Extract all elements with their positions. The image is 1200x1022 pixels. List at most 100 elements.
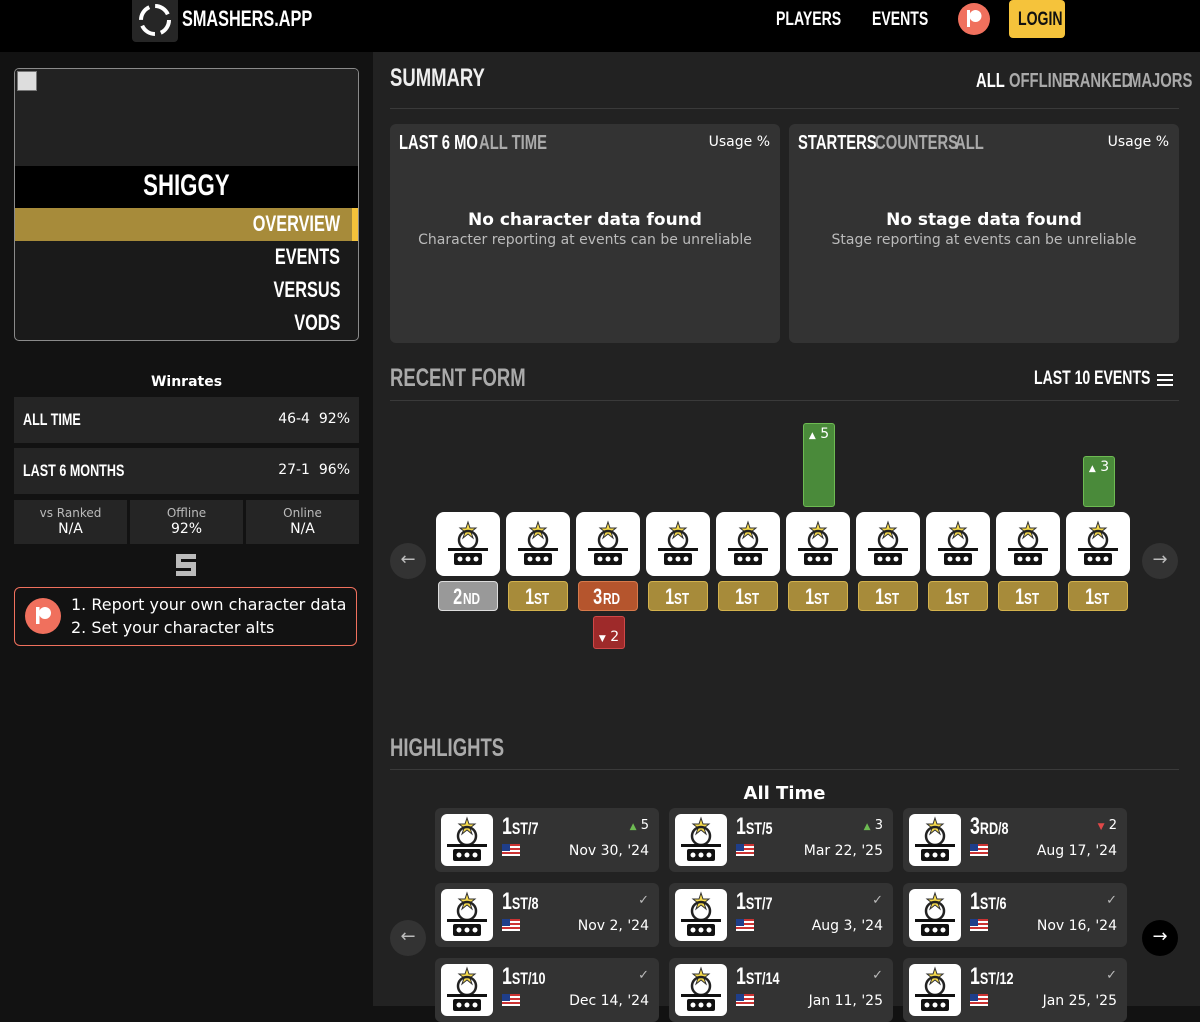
tab-vods[interactable]: VODS	[15, 307, 358, 340]
character-stock-icon	[441, 964, 493, 1016]
us-flag-icon	[502, 919, 520, 931]
tab-events[interactable]: EVENTS	[15, 241, 358, 274]
placement-badge[interactable]: 1ST	[858, 581, 918, 611]
highlight-delta: ✓	[638, 968, 649, 983]
placement-badge[interactable]: 3RD	[578, 581, 638, 611]
highlight-card[interactable]: 3RD/8 Aug 17, '24 ▼ 2	[903, 808, 1127, 872]
event-character-card[interactable]	[646, 512, 710, 576]
event-character-card[interactable]	[1066, 512, 1130, 576]
placement-badge[interactable]: 1ST	[1068, 581, 1128, 611]
logo-text[interactable]: SMASHERS.APP	[182, 6, 312, 32]
arrow-left-icon[interactable]: ←	[390, 543, 426, 579]
placement-badge[interactable]: 1ST	[718, 581, 778, 611]
tab-all-time[interactable]: ALL TIME	[479, 132, 547, 155]
character-stock-icon	[675, 889, 727, 941]
placement-badge[interactable]: 1ST	[998, 581, 1058, 611]
tab-events-label: EVENTS	[274, 244, 340, 269]
filter-offline[interactable]: OFFLINE	[1009, 70, 1072, 93]
event-character-card[interactable]	[576, 512, 640, 576]
profile-card: SHIGGY OVERVIEW EVENTS VERSUS VODS	[14, 68, 359, 341]
hamburger-icon[interactable]	[1157, 374, 1173, 386]
filter-ranked[interactable]: RANKED	[1069, 70, 1132, 93]
tab-overview-label: OVERVIEW	[252, 211, 340, 236]
perk-line-2: 2. Set your character alts	[71, 618, 275, 637]
highlight-placement: 1ST/5	[736, 813, 773, 840]
highlight-placement: 1ST/8	[502, 888, 539, 915]
placement-badge[interactable]: 1ST	[788, 581, 848, 611]
login-label: LOGIN	[1018, 9, 1063, 30]
winrate-last-6-months: LAST 6 MONTHS 27-1 96%	[14, 448, 359, 494]
us-flag-icon	[502, 844, 520, 856]
event-character-card[interactable]	[786, 512, 850, 576]
ring-logo-icon[interactable]	[132, 0, 178, 42]
us-flag-icon	[736, 919, 754, 931]
nav-events-link[interactable]: EVENTS	[872, 9, 928, 31]
empty-stage-title: No stage data found	[886, 210, 1082, 230]
placement-badge[interactable]: 1ST	[928, 581, 988, 611]
highlight-card[interactable]: 1ST/7 Nov 30, '24 ▲ 5	[435, 808, 659, 872]
highlight-card[interactable]: 1ST/10 Dec 14, '24 ✓	[435, 958, 659, 1022]
us-flag-icon	[502, 994, 520, 1006]
player-name-row: SHIGGY	[15, 166, 358, 208]
character-stock-icon	[582, 518, 634, 574]
delta-up-bar: ▲ 3	[1083, 456, 1115, 507]
highlight-card[interactable]: 1ST/8 Nov 2, '24 ✓	[435, 883, 659, 947]
player-name: SHIGGY	[143, 169, 230, 202]
highlight-card[interactable]: 1ST/12 Jan 25, '25 ✓	[903, 958, 1127, 1022]
highlight-card[interactable]: 1ST/14 Jan 11, '25 ✓	[669, 958, 893, 1022]
nav-players-link[interactable]: PLAYERS	[776, 9, 841, 31]
arrow-right-icon[interactable]: →	[1142, 543, 1178, 579]
character-stock-icon	[512, 518, 564, 574]
filter-majors[interactable]: MAJORS	[1129, 70, 1192, 93]
login-button[interactable]: LOGIN	[1009, 0, 1065, 38]
highlight-placement: 1ST/7	[502, 813, 539, 840]
character-stock-icon	[722, 518, 774, 574]
highlight-date: Aug 3, '24	[811, 918, 883, 934]
event-character-card[interactable]	[926, 512, 990, 576]
placement-badge[interactable]: 1ST	[648, 581, 708, 611]
tab-starters[interactable]: STARTERS	[798, 132, 877, 155]
winrates-title: Winrates	[150, 374, 223, 390]
highlight-delta: ✓	[872, 893, 883, 908]
empty-character-subtitle: Character reporting at events can be unr…	[418, 232, 752, 248]
tab-counters[interactable]: COUNTERS	[875, 132, 958, 155]
tab-last-6-mo[interactable]: LAST 6 MO	[399, 132, 478, 155]
event-character-card[interactable]	[436, 512, 500, 576]
tab-versus[interactable]: VERSUS	[15, 274, 358, 307]
placement-badge[interactable]: 2ND	[438, 581, 498, 611]
top-navbar: SMASHERS.APP PLAYERS EVENTS LOGIN	[0, 0, 1200, 52]
tab-all[interactable]: ALL	[955, 132, 984, 155]
arrow-left-icon[interactable]: ←	[390, 920, 426, 956]
winrate-all-time: ALL TIME 46-4 92%	[14, 397, 359, 443]
last-10-events-label[interactable]: LAST 10 EVENTS	[1034, 368, 1150, 390]
highlights-title: HIGHLIGHTS	[390, 734, 505, 762]
delta-down-bar: ▼ 2	[593, 616, 625, 649]
highlight-delta: ✓	[1106, 968, 1117, 983]
highlights-subtitle: All Time	[743, 783, 826, 804]
highlight-placement: 1ST/10	[502, 963, 546, 990]
highlight-delta: ▲ 5	[629, 818, 649, 833]
placement-badge[interactable]: 1ST	[508, 581, 568, 611]
profile-banner-image	[15, 69, 358, 166]
highlight-placement: 1ST/12	[970, 963, 1014, 990]
event-character-card[interactable]	[996, 512, 1060, 576]
patreon-button[interactable]	[958, 3, 990, 35]
event-character-card[interactable]	[856, 512, 920, 576]
highlight-card[interactable]: 1ST/6 Nov 16, '24 ✓	[903, 883, 1127, 947]
sidebar: SHIGGY OVERVIEW EVENTS VERSUS VODS Winra…	[0, 52, 373, 1006]
highlight-card[interactable]: 1ST/5 Mar 22, '25 ▲ 3	[669, 808, 893, 872]
character-stock-icon	[441, 814, 493, 866]
winrate-online: Online N/A	[246, 500, 359, 544]
event-character-card[interactable]	[716, 512, 780, 576]
filter-all[interactable]: ALL	[976, 70, 1005, 93]
tab-overview[interactable]: OVERVIEW	[15, 208, 358, 241]
character-stock-icon	[862, 518, 914, 574]
divider	[390, 108, 1179, 109]
tab-versus-label: VERSUS	[273, 277, 340, 302]
patreon-perks-box[interactable]: 1. Report your own character data 2. Set…	[14, 587, 357, 646]
highlight-delta: ✓	[1106, 893, 1117, 908]
event-character-card[interactable]	[506, 512, 570, 576]
highlight-placement: 1ST/6	[970, 888, 1007, 915]
highlight-card[interactable]: 1ST/7 Aug 3, '24 ✓	[669, 883, 893, 947]
arrow-right-icon[interactable]: →	[1142, 920, 1178, 956]
